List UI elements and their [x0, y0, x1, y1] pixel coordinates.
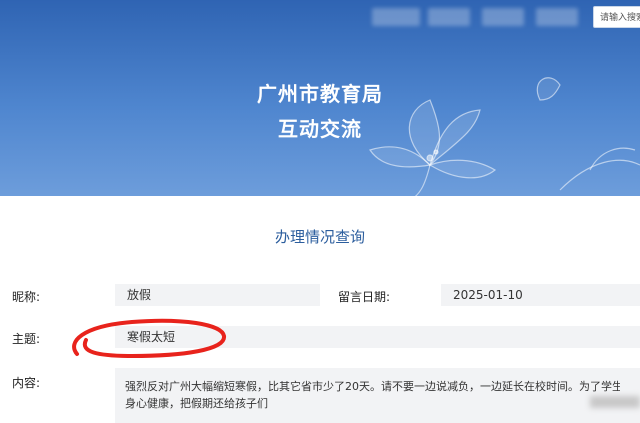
nav-item-blurred[interactable] — [482, 8, 524, 26]
site-title: 广州市教育局 — [257, 82, 383, 106]
nav-item-blurred[interactable] — [536, 8, 578, 26]
nav-item-blurred[interactable] — [428, 8, 470, 26]
content-field: 强烈反对广州大幅缩短寒假，比其它省市少了20天。请不要一边说减负，一边延长在校时… — [115, 368, 640, 423]
nickname-label: 昵称: — [12, 290, 41, 304]
subject-label: 主题: — [12, 332, 41, 346]
content-label: 内容: — [12, 376, 41, 390]
nickname-field: 放假 — [115, 284, 320, 306]
content-line: 身心健康，把假期还给孩子们 — [125, 397, 268, 410]
section-title: 办理情况查询 — [274, 228, 365, 246]
date-label: 留言日期: — [338, 290, 391, 304]
red-annotation-circle — [72, 318, 226, 359]
date-field: 2025-01-10 — [441, 284, 640, 306]
site-subtitle: 互动交流 — [278, 117, 362, 141]
nav-item-blurred[interactable] — [372, 8, 420, 26]
content-line: 强烈反对广州大幅缩短寒假，比其它省市少了20天。请不要一边说减负，一边延长在校时… — [125, 380, 620, 393]
search-input[interactable]: 请输入搜索 — [593, 6, 640, 28]
header-banner: 请输入搜索 广州市教育局 互动交流 — [0, 0, 640, 196]
blurred-region — [590, 396, 640, 408]
